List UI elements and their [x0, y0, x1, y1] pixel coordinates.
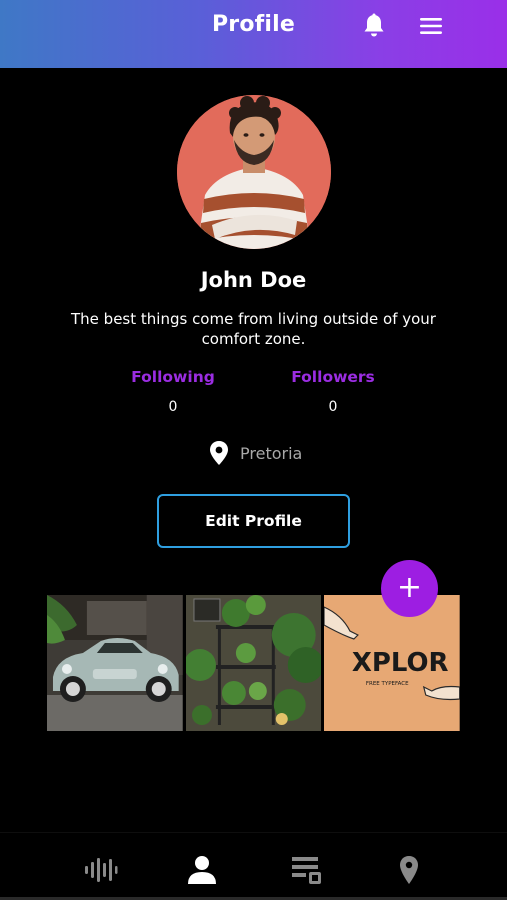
profile-photo [177, 95, 331, 249]
profile-name: John Doe [200, 268, 307, 292]
following-label[interactable]: Following [103, 368, 243, 386]
gallery-tile-car[interactable] [47, 595, 183, 731]
gallery-tile-plants[interactable] [185, 595, 322, 731]
person-icon[interactable] [185, 855, 219, 885]
gallery-tile-xplor[interactable]: XPLOR FREE TYPEFACE [324, 595, 461, 731]
edit-profile-button[interactable]: Edit Profile [157, 494, 350, 548]
bell-icon[interactable] [362, 13, 386, 39]
bottom-navigation [0, 832, 507, 900]
followers-label[interactable]: Followers [263, 368, 403, 386]
map-pin-icon[interactable] [392, 855, 426, 885]
hamburger-menu-icon[interactable] [419, 16, 443, 36]
add-post-button[interactable]: + [381, 560, 438, 617]
xplor-poster-subtitle: FREE TYPEFACE [366, 681, 409, 687]
avatar[interactable] [177, 95, 331, 249]
map-pin-icon [210, 441, 228, 465]
list-icon[interactable] [290, 855, 324, 885]
followers-count: 0 [328, 399, 338, 415]
location-text: Pretoria [240, 443, 303, 463]
photo-gallery: XPLOR FREE TYPEFACE [47, 595, 461, 731]
location: Pretoria [208, 440, 302, 466]
app-header: Profile [0, 0, 507, 68]
following-count: 0 [168, 399, 178, 415]
profile-bio: The best things come from living outside… [71, 310, 436, 348]
xplor-poster-title: XPLOR [352, 648, 449, 678]
sound-waves-icon[interactable] [84, 855, 118, 885]
